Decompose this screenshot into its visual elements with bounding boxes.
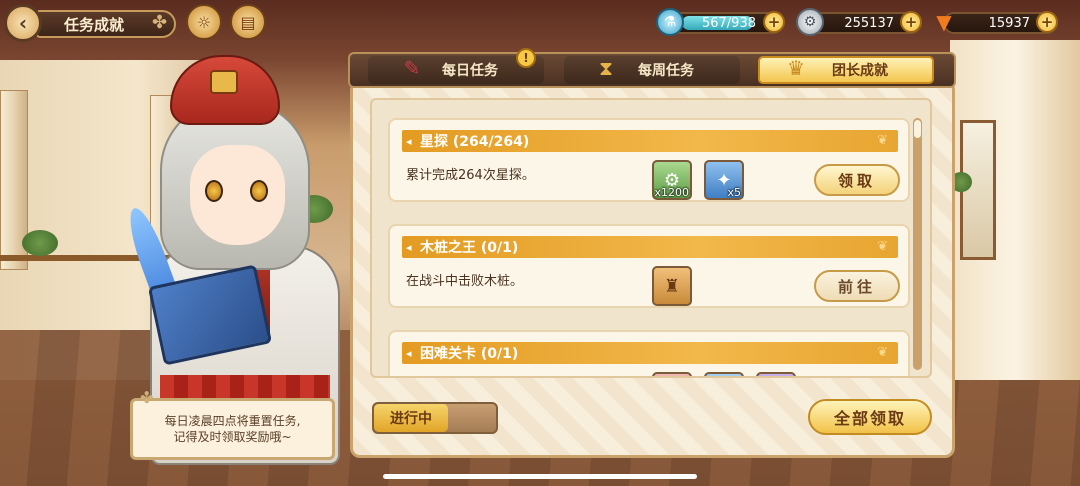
chevron-left-icon: ‹ [18, 11, 28, 35]
carrot-value: 15937 [988, 15, 1030, 31]
potion-icon: ⚗ [656, 8, 684, 36]
alert-badge: ! [516, 48, 536, 68]
tab-label: 团长成就 [832, 63, 888, 79]
task-title: 星探 (264/264) ❦ [402, 130, 898, 152]
claim-button-label: 领取 [837, 171, 876, 190]
back-button[interactable]: ‹ [4, 4, 42, 42]
book-icon[interactable]: ▤ [230, 4, 266, 40]
reward-item[interactable] [652, 372, 692, 376]
home-indicator[interactable] [383, 474, 697, 479]
character-eye [205, 180, 223, 202]
coin-value: 255137 [844, 15, 894, 31]
task-card: 星探 (264/264) ❦ 累计完成264次星探。 ⚙ x1200 ✦ x5 … [388, 118, 910, 202]
task-description: 累计完成264次星探。 [406, 168, 535, 183]
claim-button[interactable]: 领取 [814, 164, 900, 196]
character-face [190, 145, 285, 245]
reward-count: x5 [727, 186, 741, 199]
claim-all-label: 全部领取 [833, 409, 906, 428]
background-plant [22, 230, 58, 256]
book-quill-icon: ✎ [403, 56, 421, 80]
clover-icon: ✤ [152, 12, 168, 33]
compass-icon[interactable]: ☼ [186, 4, 222, 40]
goto-button-label: 前往 [837, 277, 876, 296]
wooden-stake-icon: ♜ [663, 275, 681, 297]
trophy-icon: ♛ [787, 56, 805, 80]
claim-all-button[interactable]: 全部领取 [808, 399, 932, 435]
task-tabs: 每日任务 ✎ ! 每周任务 ⧗ 团长成就 ♛ [348, 48, 956, 90]
reward-item[interactable]: ♜ [652, 266, 692, 306]
clover-icon: ✤ [140, 388, 154, 407]
task-button[interactable] [814, 376, 900, 378]
add-stamina-button[interactable]: + [763, 11, 785, 33]
task-card: 木桩之王 (0/1) ❦ 在战斗中击败木桩。 ♜ 前往 [388, 224, 910, 308]
character-hat-badge [210, 70, 238, 94]
task-title: 木桩之王 (0/1) ❦ [402, 236, 898, 258]
top-bar: 任务成就 ‹ ✤ ☼ ▤ 567/938 ⚗ + 255137 ⚙ + 1593… [0, 0, 1080, 44]
stamina-value: 567/938 [701, 15, 756, 31]
tip-line: 记得及时领取奖励哦~ [173, 430, 292, 444]
task-title-text: 木桩之王 (0/1) [420, 240, 519, 256]
reward-item[interactable] [756, 372, 796, 376]
page-title-text: 任务成就 [64, 15, 125, 34]
carrot-icon: ▼ [936, 10, 952, 34]
reward-item[interactable]: ✦ x5 [704, 160, 744, 200]
add-carrot-button[interactable]: + [1036, 11, 1058, 33]
ornament-icon: ❦ [877, 239, 888, 254]
in-progress-toggle[interactable]: 进行中 [372, 402, 498, 434]
hourglass-icon: ⧗ [598, 56, 614, 80]
task-title: 困难关卡 (0/1) ❦ [402, 342, 898, 364]
add-coin-button[interactable]: + [900, 11, 922, 33]
in-progress-text: 进行中 [390, 411, 432, 427]
ornament-icon: ❦ [877, 345, 888, 360]
gear-coin-icon: ⚙ [796, 8, 824, 36]
task-card: 困难关卡 (0/1) ❦ [388, 330, 910, 378]
task-list[interactable]: 星探 (264/264) ❦ 累计完成264次星探。 ⚙ x1200 ✦ x5 … [370, 98, 932, 378]
reward-item[interactable] [704, 372, 744, 376]
scrollbar-thumb[interactable] [914, 120, 921, 138]
reset-tip-bubble: 每日凌晨四点将重置任务, 记得及时领取奖励哦~ [130, 398, 335, 460]
tip-line: 每日凌晨四点将重置任务, [164, 414, 301, 428]
task-title-text: 困难关卡 (0/1) [420, 346, 519, 362]
character-eye [250, 180, 268, 202]
in-progress-label: 进行中 [374, 404, 448, 432]
reward-count: x1200 [654, 186, 689, 199]
badge-text: ! [523, 51, 529, 65]
reward-item[interactable]: ⚙ x1200 [652, 160, 692, 200]
scrollbar[interactable] [913, 118, 922, 370]
ornament-icon: ❦ [877, 133, 888, 148]
task-title-text: 星探 (264/264) [420, 134, 530, 150]
task-description: 在战斗中击败木桩。 [406, 274, 524, 289]
goto-button[interactable]: 前往 [814, 270, 900, 302]
